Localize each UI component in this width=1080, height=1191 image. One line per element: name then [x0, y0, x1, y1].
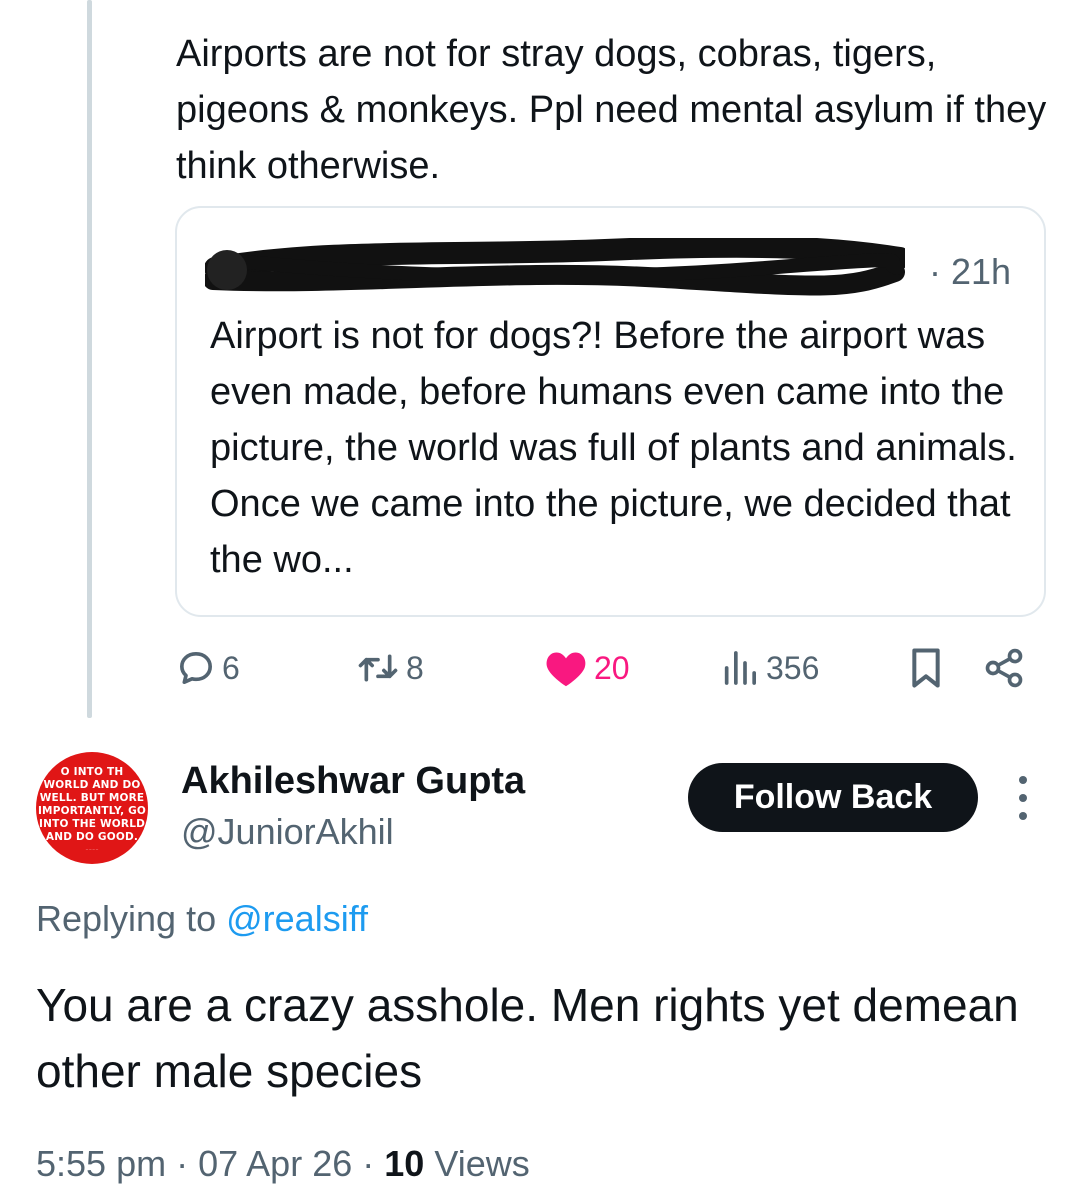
more-icon-dot: [1019, 776, 1027, 784]
avatar-text-line: WORLD AND DO: [43, 778, 141, 791]
more-icon-dot: [1019, 812, 1027, 820]
reply-views-count: 10: [384, 1143, 425, 1184]
views-button[interactable]: 356: [720, 643, 819, 693]
reply-button[interactable]: 6: [176, 643, 240, 693]
avatar-text-line: AND DO GOOD.: [45, 830, 139, 843]
author-handle[interactable]: @JuniorAkhil: [181, 808, 394, 856]
avatar-text-line: WELL. BUT MORE: [39, 791, 145, 804]
like-count: 20: [594, 649, 630, 686]
tweet-action-bar: 6 8 20 356: [176, 643, 1036, 693]
heart-icon: [546, 652, 586, 687]
redaction-scribble: [205, 238, 905, 296]
replying-to-line: Replying to @realsiff: [36, 895, 368, 943]
more-icon[interactable]: [1010, 776, 1036, 820]
more-icon-dot: [1019, 794, 1027, 802]
views-icon: [724, 651, 756, 685]
share-icon: [985, 648, 1023, 688]
quoted-tweet-header: · 21h: [177, 208, 1044, 318]
retweet-count: 8: [406, 649, 424, 686]
bookmark-button[interactable]: [906, 643, 946, 693]
like-button[interactable]: 20: [544, 643, 630, 693]
meta-separator: ·: [176, 1143, 189, 1184]
retweet-button[interactable]: 8: [356, 643, 424, 693]
meta-separator: ·: [362, 1143, 375, 1184]
quoted-tweet-time: · 21h: [929, 251, 1012, 292]
avatar-signature: ‒ ‒ ‒ ‒: [85, 845, 99, 851]
replying-to-mention[interactable]: @realsiff: [226, 898, 368, 939]
avatar[interactable]: O INTO TH WORLD AND DO WELL. BUT MORE IM…: [36, 752, 148, 864]
reply-views-label: Views: [434, 1143, 530, 1184]
reply-tweet-text: You are a crazy asshole. Men rights yet …: [36, 979, 1019, 1097]
thread-line: [87, 0, 92, 718]
quoted-tweet-text: Airport is not for dogs?! Before the air…: [210, 315, 1017, 581]
avatar-text-line: INTO THE WORLD: [38, 817, 146, 830]
share-button[interactable]: [982, 643, 1026, 693]
reply-date[interactable]: 07 Apr 26: [198, 1143, 352, 1184]
parent-tweet-text: Airports are not for stray dogs, cobras,…: [176, 33, 1047, 187]
retweet-icon: [358, 654, 398, 682]
author-name[interactable]: Akhileshwar Gupta: [181, 757, 525, 805]
quoted-tweet-card[interactable]: · 21h Airport is not for dogs?! Before t…: [175, 206, 1046, 617]
reply-count: 6: [222, 649, 240, 686]
reply-icon: [180, 652, 213, 684]
bookmark-icon: [912, 648, 940, 688]
follow-back-button[interactable]: Follow Back: [688, 763, 978, 832]
avatar-text-line: O INTO TH: [60, 765, 124, 778]
reply-meta: 5:55 pm · 07 Apr 26 · 10 Views: [36, 1140, 530, 1188]
avatar-text-line: IMPORTANTLY, GO: [37, 804, 147, 817]
replying-to-label: Replying to: [36, 898, 217, 939]
quoted-tweet-time-value: 21h: [951, 251, 1012, 292]
views-count: 356: [766, 649, 820, 686]
reply-time[interactable]: 5:55 pm: [36, 1143, 166, 1184]
